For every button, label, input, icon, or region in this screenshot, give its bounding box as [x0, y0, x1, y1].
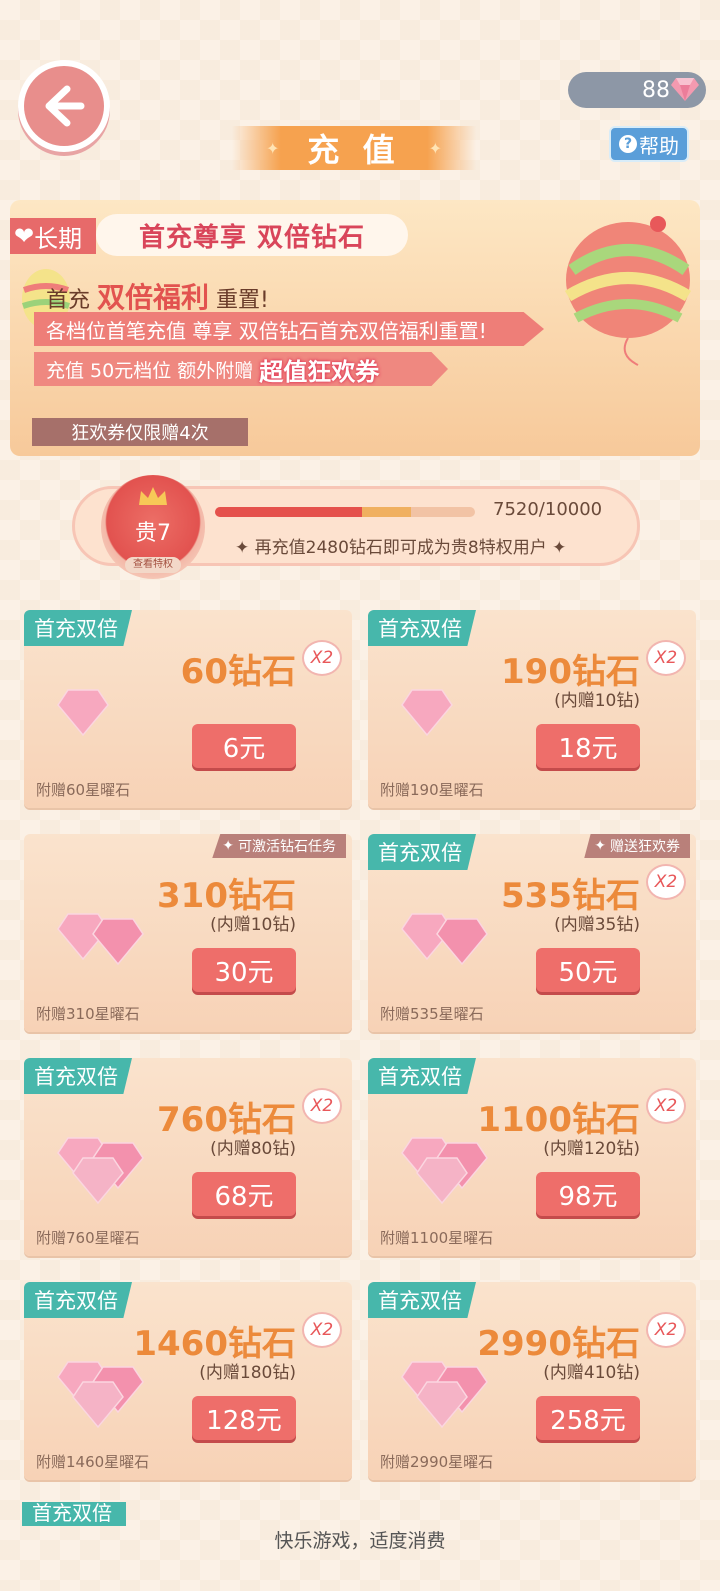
sparkle-icon: ✦ — [546, 538, 567, 558]
gift-note: 附赠1460星曜石 — [36, 1453, 150, 1471]
partial-card-ribbon: 首充双倍 — [22, 1502, 126, 1526]
double-badge: X2 — [302, 640, 342, 676]
gift-note: 附赠310星曜石 — [36, 1005, 140, 1023]
double-badge: X2 — [646, 640, 686, 676]
vip-tip: ✦ 再充值2480钻石即可成为贵8特权用户 ✦ — [235, 533, 566, 558]
gift-note: 附赠190星曜石 — [380, 781, 484, 799]
bonus-note: (内赠180钻) — [199, 1363, 296, 1383]
bonus-note: (内赠120钻) — [543, 1139, 640, 1159]
vip-badge[interactable]: 贵7 查看特权 — [101, 475, 205, 579]
gift-note: 附赠760星曜石 — [36, 1229, 140, 1247]
back-button[interactable] — [18, 60, 110, 152]
vip-level: 贵7 — [135, 521, 171, 546]
view-privileges-link[interactable]: 查看特权 — [125, 557, 181, 573]
price-button[interactable]: 98元 — [536, 1172, 640, 1216]
first-charge-ribbon: 首充双倍 — [24, 1282, 132, 1318]
double-badge: X2 — [646, 1088, 686, 1124]
vip-progress-panel: 贵7 查看特权 7520/10000 ✦ 再充值2480钻石即可成为贵8特权用户… — [72, 475, 640, 579]
vip-progress-bar — [215, 507, 475, 517]
line3-highlight: 超值狂欢券 — [259, 357, 380, 386]
gift-note: 附赠1100星曜石 — [380, 1229, 494, 1247]
first-charge-ribbon: 首充双倍 — [368, 1282, 476, 1318]
recharge-card[interactable]: 首充双倍 1100钻石 X2 (内赠120钻) 98元 附赠1100星曜石 — [368, 1058, 696, 1256]
page-title-text: 充 值 — [307, 131, 401, 169]
recharge-card[interactable]: 首充双倍 190钻石 X2 (内赠10钻) 18元 附赠190星曜石 — [368, 610, 696, 808]
long-term-label: 长期 — [34, 224, 83, 253]
recharge-card[interactable]: 首充双倍 60钻石 X2 6元附赠60星曜石 — [24, 610, 352, 808]
arrow-left-icon — [45, 85, 85, 127]
price-button[interactable]: 68元 — [192, 1172, 296, 1216]
sparkle-icon: ✦ — [428, 138, 442, 158]
bonus-note: (内赠35钻) — [554, 915, 640, 935]
diamond-pile-icon — [57, 913, 144, 966]
double-badge: X2 — [646, 864, 686, 900]
recharge-card[interactable]: ✦ 可激活钻石任务 310钻石 (内赠10钻) 30元 附赠310星曜石 — [24, 834, 352, 1032]
recharge-card[interactable]: 首充双倍 1460钻石 X2 (内赠180钻) 128元 附赠1460星曜石 — [24, 1282, 352, 1480]
diamond-amount: 60钻石 — [180, 652, 296, 692]
diamond-balance-value: 88 — [642, 77, 670, 103]
price-button[interactable]: 6元 — [192, 724, 296, 768]
crown-icon — [139, 487, 167, 505]
price-button[interactable]: 18元 — [536, 724, 640, 768]
vip-progress-text: 7520/10000 — [493, 499, 603, 520]
first-charge-ribbon: 首充双倍 — [24, 1058, 132, 1094]
first-charge-ribbon: 首充双倍 — [24, 610, 132, 646]
heart-icon: ❤ — [14, 222, 35, 250]
banner-line-1: 首充 双倍福利 重置! — [46, 276, 269, 316]
first-charge-ribbon: 首充双倍 — [368, 1058, 476, 1094]
coupon-limit-note: 狂欢券仅限赠4次 — [32, 418, 248, 446]
long-term-tag: ❤ 长期 — [10, 218, 96, 254]
banner-line-3: 充值 50元档位 额外附赠 超值狂欢券 — [34, 352, 448, 386]
double-badge: X2 — [302, 1312, 342, 1348]
diamond-pile-icon — [401, 689, 453, 737]
line1-suffix: 重置! — [216, 288, 269, 313]
recharge-card[interactable]: 首充双倍 2990钻石 X2 (内赠410钻) 258元 附赠2990星曜石 — [368, 1282, 696, 1480]
line1-prefix: 首充 — [46, 288, 91, 313]
diamond-pile-icon — [401, 913, 488, 966]
promo-tag-text: 赠送狂欢券 — [610, 839, 680, 855]
price-button[interactable]: 50元 — [536, 948, 640, 992]
gift-note: 附赠60星曜石 — [36, 781, 131, 799]
vip-tip-text: 再充值2480钻石即可成为贵8特权用户 — [254, 538, 547, 558]
first-charge-ribbon: 首充双倍 — [368, 610, 476, 646]
double-badge: X2 — [646, 1312, 686, 1348]
sparkle-icon: ✦ — [594, 838, 606, 854]
promo-tag-text: 可激活钻石任务 — [238, 839, 336, 855]
price-button[interactable]: 258元 — [536, 1396, 640, 1440]
promo-tag: ✦ 赠送狂欢券 — [584, 834, 690, 858]
diamond-pile-icon — [57, 1137, 144, 1205]
diamond-balance: 88 — [568, 72, 706, 108]
promo-tag: ✦ 可激活钻石任务 — [212, 834, 346, 858]
price-button[interactable]: 30元 — [192, 948, 296, 992]
help-button[interactable]: ? 帮助 — [609, 126, 689, 162]
recharge-card[interactable]: 首充双倍 760钻石 X2 (内赠80钻) 68元 附赠760星曜石 — [24, 1058, 352, 1256]
promo-banner[interactable]: ❤ 长期 首充尊享 双倍钻石 首充 双倍福利 重置! 各档位首笔充值 尊享 双倍… — [10, 200, 700, 456]
price-button[interactable]: 128元 — [192, 1396, 296, 1440]
vip-progress-fill — [215, 507, 411, 517]
gift-note: 附赠535星曜石 — [380, 1005, 484, 1023]
line1-highlight: 双倍福利 — [97, 281, 210, 314]
recharge-card[interactable]: 首充双倍 ✦ 赠送狂欢券 535钻石 X2 (内赠35钻) 50元 附赠535星曜石 — [368, 834, 696, 1032]
bonus-note: (内赠410钻) — [543, 1363, 640, 1383]
bonus-note: (内赠80钻) — [210, 1139, 296, 1159]
help-label: 帮助 — [639, 133, 679, 158]
sparkle-icon: ✦ — [266, 138, 280, 158]
balloon-icon — [564, 216, 692, 366]
first-charge-ribbon: 首充双倍 — [368, 834, 476, 870]
banner-headline: 首充尊享 双倍钻石 — [96, 214, 408, 256]
diamond-icon — [671, 78, 699, 101]
line3-text: 充值 50元档位 额外附赠 — [46, 359, 254, 382]
bonus-note: (内赠10钻) — [210, 915, 296, 935]
gift-note: 附赠2990星曜石 — [380, 1453, 494, 1471]
question-icon: ? — [619, 135, 637, 153]
banner-line-2: 各档位首笔充值 尊享 双倍钻石首充双倍福利重置! — [34, 312, 544, 346]
diamond-pile-icon — [57, 689, 109, 737]
sparkle-icon: ✦ — [235, 538, 255, 558]
bonus-note: (内赠10钻) — [554, 691, 640, 711]
sparkle-icon: ✦ — [222, 838, 234, 854]
double-badge: X2 — [302, 1088, 342, 1124]
page-title: ✦ 充 值 ✦ — [232, 126, 476, 170]
footer-note: 快乐游戏，适度消费 — [274, 1530, 446, 1552]
